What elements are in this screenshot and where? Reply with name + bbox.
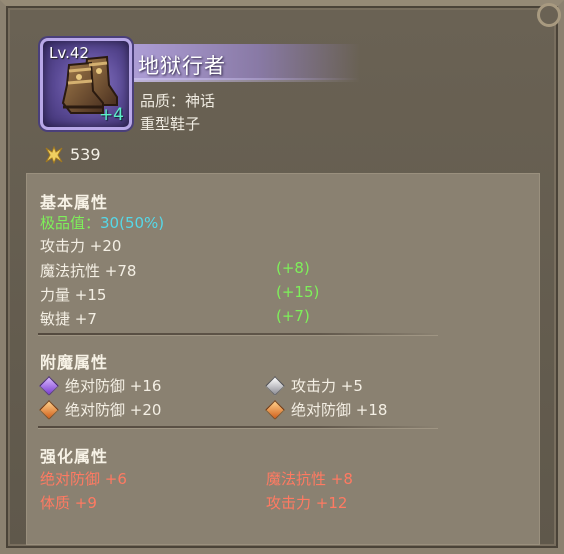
- enchant-item: 绝对防御 +20: [38, 399, 161, 420]
- section-divider: [38, 426, 438, 428]
- section-divider: [38, 333, 438, 335]
- enchant-item-label: 绝对防御 +20: [65, 401, 162, 419]
- enchant-item-label: 绝对防御 +18: [291, 401, 388, 419]
- orange-gem-icon: [265, 399, 285, 420]
- enhance-item: 攻击力 +12: [266, 494, 348, 512]
- sell-price: 539: [44, 145, 101, 164]
- quality-value-row: 极品值：30(50%): [40, 212, 164, 233]
- stat-attack: 攻击力 +20: [40, 237, 122, 255]
- enchant-item-label: 绝对防御 +16: [65, 377, 162, 395]
- enhance-item: 绝对防御 +6: [40, 470, 127, 488]
- enhance-item: 魔法抗性 +8: [266, 470, 353, 488]
- item-level: Lv.42: [49, 44, 89, 62]
- enchant-item: 攻击力 +5: [264, 375, 363, 396]
- item-type: 重型鞋子: [140, 115, 201, 133]
- stat-magic-resist-bonus: (+8): [276, 259, 310, 277]
- stat-agility: 敏捷 +7: [40, 310, 97, 328]
- stat-agility-bonus: (+7): [276, 307, 310, 325]
- enhance-item: 体质 +9: [40, 494, 97, 512]
- enhance-attributes-title: 强化属性: [40, 447, 109, 466]
- enchant-attributes-title: 附魔属性: [40, 353, 109, 372]
- grey-gem-icon: [265, 375, 285, 396]
- stat-strength-bonus: (+15): [276, 283, 320, 301]
- item-name: 地狱行者: [138, 54, 226, 78]
- item-icon-slot[interactable]: Lv.42 +4: [40, 38, 132, 130]
- gold-icon: [45, 145, 63, 164]
- price-value: 539: [70, 145, 101, 164]
- stat-magic-resist: 魔法抗性 +78: [40, 262, 137, 280]
- enchant-item: 绝对防御 +18: [264, 399, 387, 420]
- stat-strength: 力量 +15: [40, 286, 107, 304]
- enhance-level: +4: [98, 105, 124, 125]
- orange-gem-icon: [39, 399, 59, 420]
- quality-value-label: 极品值：: [40, 214, 101, 232]
- item-quality: 品质：神话: [140, 92, 216, 110]
- purple-gem-icon: [39, 375, 59, 396]
- quality-value-number: 30(50%): [100, 214, 165, 232]
- enchant-item: 绝对防御 +16: [38, 375, 161, 396]
- enchant-item-label: 攻击力 +5: [291, 377, 363, 395]
- base-attributes-title: 基本属性: [40, 193, 109, 212]
- frame-corner-ornament: [537, 3, 561, 27]
